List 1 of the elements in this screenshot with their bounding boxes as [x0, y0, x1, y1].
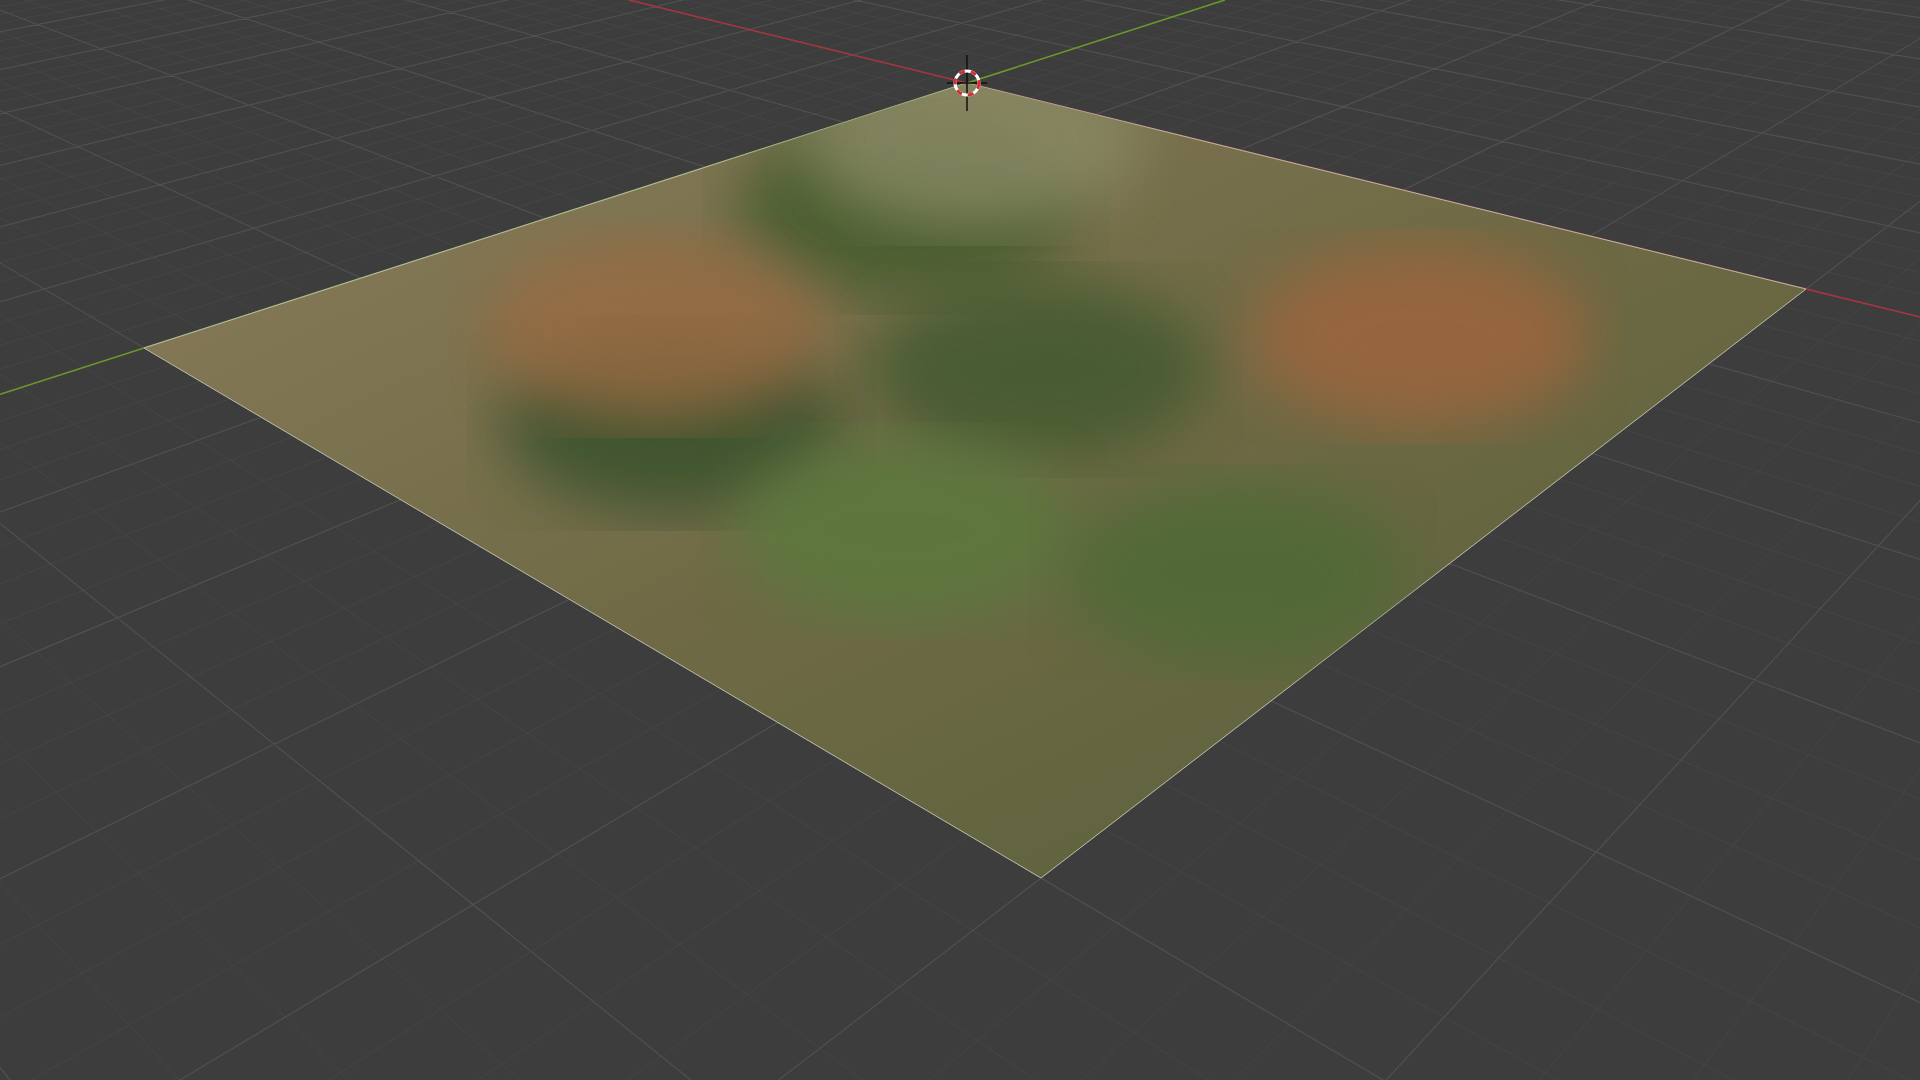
3d-cursor-icon[interactable]: [946, 54, 988, 112]
